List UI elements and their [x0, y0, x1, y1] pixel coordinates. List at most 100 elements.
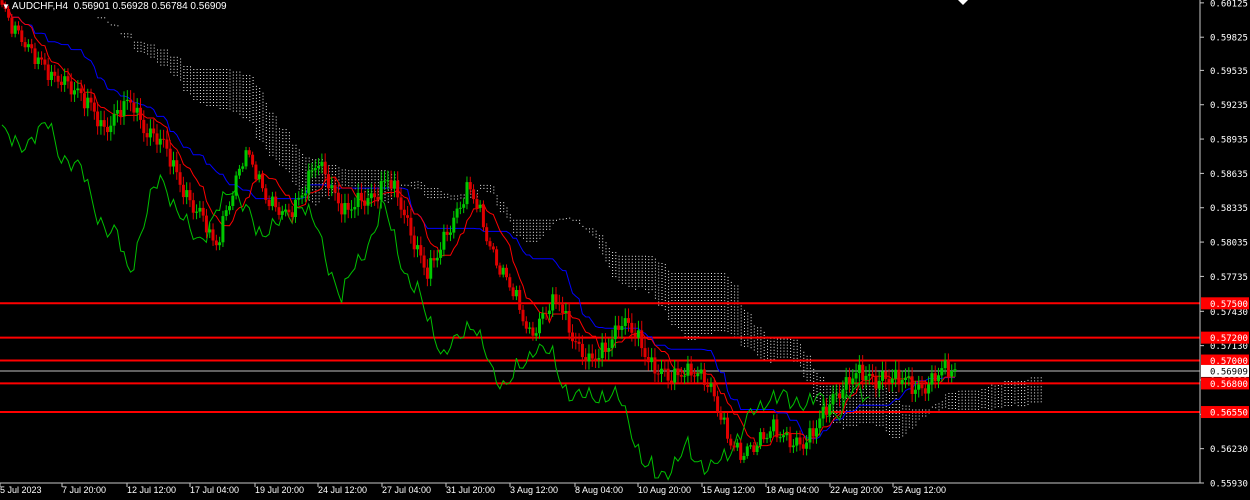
candle-body	[699, 369, 703, 374]
candle-body	[636, 330, 640, 338]
candle-body	[811, 428, 815, 437]
candle-body	[383, 180, 386, 182]
candle-body	[445, 231, 449, 235]
candle-body	[597, 358, 601, 360]
price-tick-label: 0.58635	[1210, 170, 1248, 180]
chart-window[interactable]: 0.60125 0.59825 0.59535 0.59235 0.58935 0.586…	[0, 0, 1250, 500]
candle-body	[801, 444, 805, 449]
candle-body	[590, 353, 594, 359]
candle-body	[676, 368, 680, 376]
candle-body	[165, 139, 169, 149]
candle-body	[953, 369, 957, 371]
candle-body	[234, 175, 238, 196]
candle-body	[927, 384, 931, 394]
candle-body	[435, 257, 439, 261]
candle-body	[749, 445, 753, 447]
candle-body	[106, 126, 109, 133]
candle-body	[712, 383, 716, 397]
time-axis: 5 Jul 2023 7 Jul 20:00 12 Jul 12:00 17 Jul …	[0, 483, 946, 495]
candle-body	[208, 229, 212, 233]
candle-body	[86, 97, 90, 109]
candle-body	[930, 373, 934, 385]
candle-body	[808, 428, 812, 443]
candle-body	[722, 417, 726, 420]
candle-body	[551, 294, 555, 311]
candle-body	[857, 364, 861, 373]
candle-body	[462, 204, 466, 208]
time-tick-label: 10 Aug 20:00	[638, 485, 691, 495]
candle-body	[913, 389, 917, 394]
candle-body	[709, 383, 713, 387]
candle-body	[646, 357, 650, 363]
low-value: 0.56784	[151, 1, 188, 12]
candle-body	[346, 203, 350, 210]
candle-body	[267, 199, 271, 207]
candle-body	[30, 44, 34, 49]
candle-body	[310, 170, 314, 172]
candle-body	[544, 313, 548, 315]
candle-body	[594, 358, 598, 360]
candle-body	[320, 161, 324, 167]
candle-body	[178, 172, 182, 185]
candle-body	[323, 161, 327, 175]
candle-body	[13, 25, 17, 34]
price-tick-label: 0.58035	[1210, 239, 1248, 249]
candle-body	[148, 128, 152, 138]
candle-body	[613, 325, 617, 340]
time-tick-label: 25 Aug 12:00	[893, 485, 946, 495]
candle-body	[185, 190, 189, 198]
candle-body	[237, 168, 241, 176]
time-tick-label: 24 Jul 12:00	[318, 485, 367, 495]
candle-body	[818, 418, 822, 429]
candle-body	[429, 258, 433, 279]
candle-body	[145, 133, 149, 138]
candle-body	[831, 394, 835, 405]
candle-body	[775, 419, 779, 438]
candle-body	[514, 290, 518, 297]
candle-body	[119, 110, 123, 117]
candle-body	[495, 249, 499, 266]
candle-body	[195, 211, 199, 213]
candle-body	[135, 107, 139, 113]
candle-body	[419, 245, 423, 256]
candle-body	[877, 380, 881, 389]
time-tick-label: 8 Aug 04:00	[575, 485, 623, 495]
candle-body	[63, 76, 67, 85]
candle-body	[449, 232, 452, 235]
candle-body	[330, 185, 334, 189]
candle-body	[204, 215, 208, 233]
candle-body	[353, 207, 357, 210]
candle-body	[501, 267, 505, 275]
candle-body	[359, 192, 363, 201]
chikou-span-line	[1, 122, 870, 481]
candle-body	[211, 229, 215, 241]
level-price-label: 0.57500	[1210, 300, 1248, 310]
candle-body	[442, 231, 446, 250]
candle-body	[224, 210, 228, 216]
time-tick-label: 19 Jul 20:00	[255, 485, 304, 495]
candle-body	[399, 197, 403, 210]
collapse-triangle-icon[interactable]: ▼	[2, 2, 10, 11]
price-chart[interactable]: 0.60125 0.59825 0.59535 0.59235 0.58935 0.586…	[0, 0, 1250, 500]
candle-body	[43, 59, 47, 65]
candle-body	[152, 128, 156, 134]
candle-body	[53, 71, 57, 76]
candle-body	[297, 197, 301, 200]
cursor-marker-icon	[958, 0, 968, 5]
candle-body	[59, 81, 63, 85]
candle-body	[363, 200, 367, 206]
candle-body	[910, 376, 914, 394]
candle-body	[805, 442, 809, 449]
candle-body	[571, 332, 574, 342]
candle-body	[280, 211, 284, 215]
price-axis: 0.60125 0.59825 0.59535 0.59235 0.58935 0.586…	[1200, 0, 1249, 490]
candle-body	[534, 333, 538, 336]
candle-body	[623, 318, 627, 326]
candle-body	[379, 181, 383, 200]
indicator-lines	[1, 1, 956, 481]
candle-body	[369, 193, 373, 199]
candle-body	[580, 343, 584, 358]
candle-body	[531, 327, 535, 336]
tenkan-sen-line	[1, 1, 956, 450]
candle-body	[782, 435, 785, 438]
